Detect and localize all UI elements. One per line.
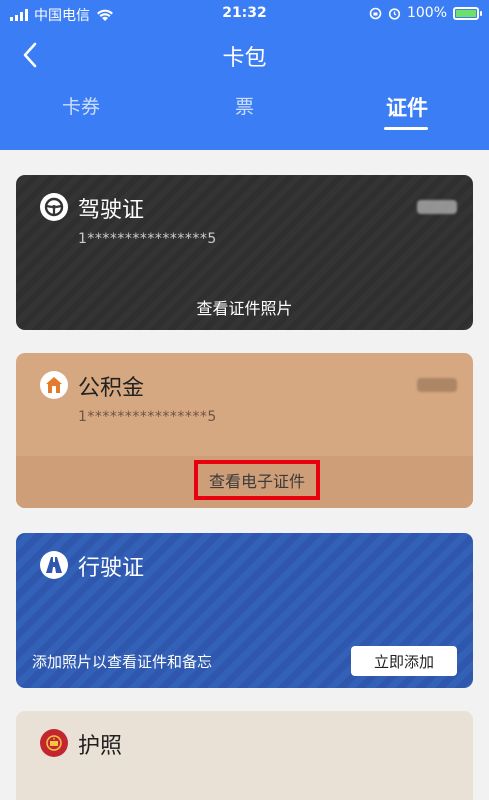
add-now-button[interactable]: 立即添加 bbox=[351, 646, 457, 676]
status-bar: 中国电信 21:32 100% bbox=[0, 0, 489, 28]
masked-name bbox=[417, 200, 457, 214]
vehicle-license-card[interactable]: 行驶证 添加照片以查看证件和备忘 立即添加 bbox=[16, 533, 473, 688]
card-title: 行驶证 bbox=[78, 556, 145, 581]
tab-coupons[interactable]: 卡券 bbox=[62, 92, 100, 119]
driver-license-card[interactable]: 驾驶证 1****************5 查看证件照片 bbox=[16, 175, 473, 330]
card-title: 护照 bbox=[78, 734, 123, 759]
steering-wheel-icon bbox=[40, 193, 68, 221]
card-title: 公积金 bbox=[78, 376, 145, 401]
tab-certificates[interactable]: 证件 bbox=[386, 92, 428, 122]
tab-active-indicator bbox=[384, 127, 428, 130]
housing-fund-card[interactable]: 公积金 1****************5 查看电子证件 bbox=[16, 353, 473, 508]
card-number: 1****************5 bbox=[78, 409, 217, 425]
passport-card[interactable]: 护照 bbox=[16, 711, 473, 800]
card-title: 驾驶证 bbox=[78, 198, 145, 223]
alarm-icon bbox=[388, 7, 401, 20]
card-number: 1****************5 bbox=[78, 231, 217, 247]
view-photo-link[interactable]: 查看证件照片 bbox=[16, 295, 473, 319]
tab-bar: 卡券 票 证件 bbox=[0, 92, 489, 132]
nav-bar: 卡包 bbox=[0, 28, 489, 80]
battery-percent: 100% bbox=[406, 5, 447, 21]
view-e-certificate-button[interactable]: 查看电子证件 bbox=[194, 460, 320, 500]
header: 中国电信 21:32 100% 卡包 卡券 票 证件 bbox=[0, 0, 489, 150]
tab-tickets[interactable]: 票 bbox=[235, 92, 254, 119]
house-icon bbox=[40, 371, 68, 399]
rotation-lock-icon bbox=[369, 7, 382, 19]
page-title: 卡包 bbox=[222, 46, 267, 71]
national-emblem-icon bbox=[40, 729, 68, 757]
road-icon bbox=[40, 551, 68, 579]
masked-name bbox=[417, 378, 457, 392]
add-photo-hint: 添加照片以查看证件和备忘 bbox=[32, 653, 213, 671]
battery-icon bbox=[453, 6, 482, 20]
